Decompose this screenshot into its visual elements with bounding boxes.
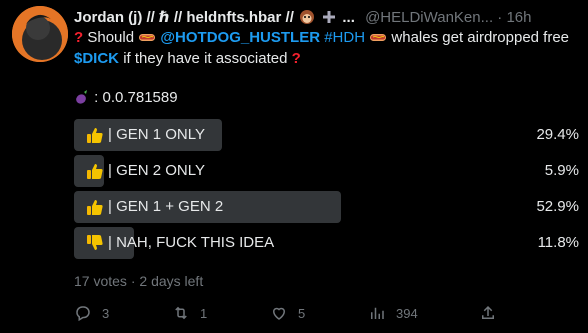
heart-icon [272, 307, 286, 320]
poll-meta-separator: · [130, 273, 136, 289]
hotdog-icon [139, 34, 156, 41]
action-bar: 3 1 5 394 [74, 303, 579, 323]
author-handle[interactable]: @HELDiWanKen... [365, 9, 493, 26]
poll-option[interactable]: | GEN 1 + GEN 2 52.9% [74, 191, 579, 223]
poll-option-text: | GEN 1 + GEN 2 [108, 198, 224, 215]
vote-count: 17 votes [74, 273, 127, 289]
retweet-count: 1 [200, 305, 208, 321]
poll-option-label: | GEN 2 ONLY [86, 155, 205, 187]
author-name[interactable]: Jordan (j) // ℏ // heldnfts.hbar // [74, 9, 294, 26]
views-button[interactable]: 394 [368, 303, 418, 323]
cashtag-link[interactable]: $DICK [74, 50, 119, 67]
reply-count: 3 [102, 305, 110, 321]
tweet-time[interactable]: 16h [506, 9, 531, 26]
like-count: 5 [298, 305, 306, 321]
eggplant-icon [76, 90, 87, 104]
header-separator: · [497, 9, 503, 26]
thumbs-up-icon [86, 162, 104, 180]
poll-option-percent: 5.9% [544, 162, 579, 179]
poll-option-label: | GEN 1 ONLY [86, 119, 205, 151]
poll-option[interactable]: | GEN 2 ONLY 5.9% [74, 155, 579, 187]
poll-option[interactable]: | NAH, FUCK THIS IDEA 11.8% [74, 227, 579, 259]
poll-meta: 17 votes · 2 days left [74, 273, 203, 289]
poll-option-percent: 11.8% [537, 234, 579, 251]
avatar[interactable] [12, 6, 68, 62]
value-text: : 0.0.781589 [94, 89, 178, 106]
monkey-emoji-icon [298, 8, 316, 28]
tweet-text: ? Should @HOTDOG_HUSTLER #HDH whales get… [74, 27, 584, 69]
thumbs-down-icon [86, 234, 104, 252]
thumbs-up-icon [86, 126, 104, 144]
poll-option[interactable]: | GEN 1 ONLY 29.4% [74, 119, 579, 151]
mention-link[interactable]: @HOTDOG_HUSTLER [160, 29, 320, 46]
poll-option-text: | GEN 2 ONLY [108, 162, 205, 179]
reply-button[interactable]: 3 [74, 303, 109, 323]
poll-option-percent: 29.4% [536, 126, 579, 143]
poll-option-label: | NAH, FUCK THIS IDEA [86, 227, 274, 259]
retweet-button[interactable]: 1 [172, 303, 207, 323]
plus-emoji-icon [320, 8, 338, 28]
tweet-line-2: $DICK if they have it associated ? [74, 48, 584, 69]
name-ellipsis: ... [342, 9, 355, 26]
question-mark-icon: ? [291, 50, 301, 67]
poll-option-label: | GEN 1 + GEN 2 [86, 191, 223, 223]
tweet-text-continuation: if they have it associated [123, 50, 288, 67]
share-icon [482, 305, 494, 319]
tweet-text-suffix: whales get airdropped free [391, 29, 570, 46]
hashtag-link[interactable]: #HDH [324, 29, 365, 46]
bar-chart-icon [371, 307, 384, 319]
hotdog-icon [370, 34, 387, 41]
poll-option-percent: 52.9% [536, 198, 579, 215]
tweet-text-prefix: Should [87, 29, 135, 46]
time-left: 2 days left [139, 273, 204, 289]
like-button[interactable]: 5 [270, 303, 305, 323]
thumbs-up-icon [86, 198, 104, 216]
question-mark-icon: ? [74, 29, 84, 46]
view-count: 394 [396, 305, 418, 321]
poll-option-text: | GEN 1 ONLY [108, 126, 205, 143]
value-line: : 0.0.781589 [74, 88, 178, 108]
poll-option-text: | NAH, FUCK THIS IDEA [108, 234, 275, 251]
reply-icon [76, 306, 90, 322]
retweet-icon [175, 306, 187, 320]
share-button[interactable] [479, 303, 507, 323]
tweet-line-1: ? Should @HOTDOG_HUSTLER #HDH whales get… [74, 27, 584, 48]
tweet-header: Jordan (j) // ℏ // heldnfts.hbar // ... … [74, 8, 579, 28]
